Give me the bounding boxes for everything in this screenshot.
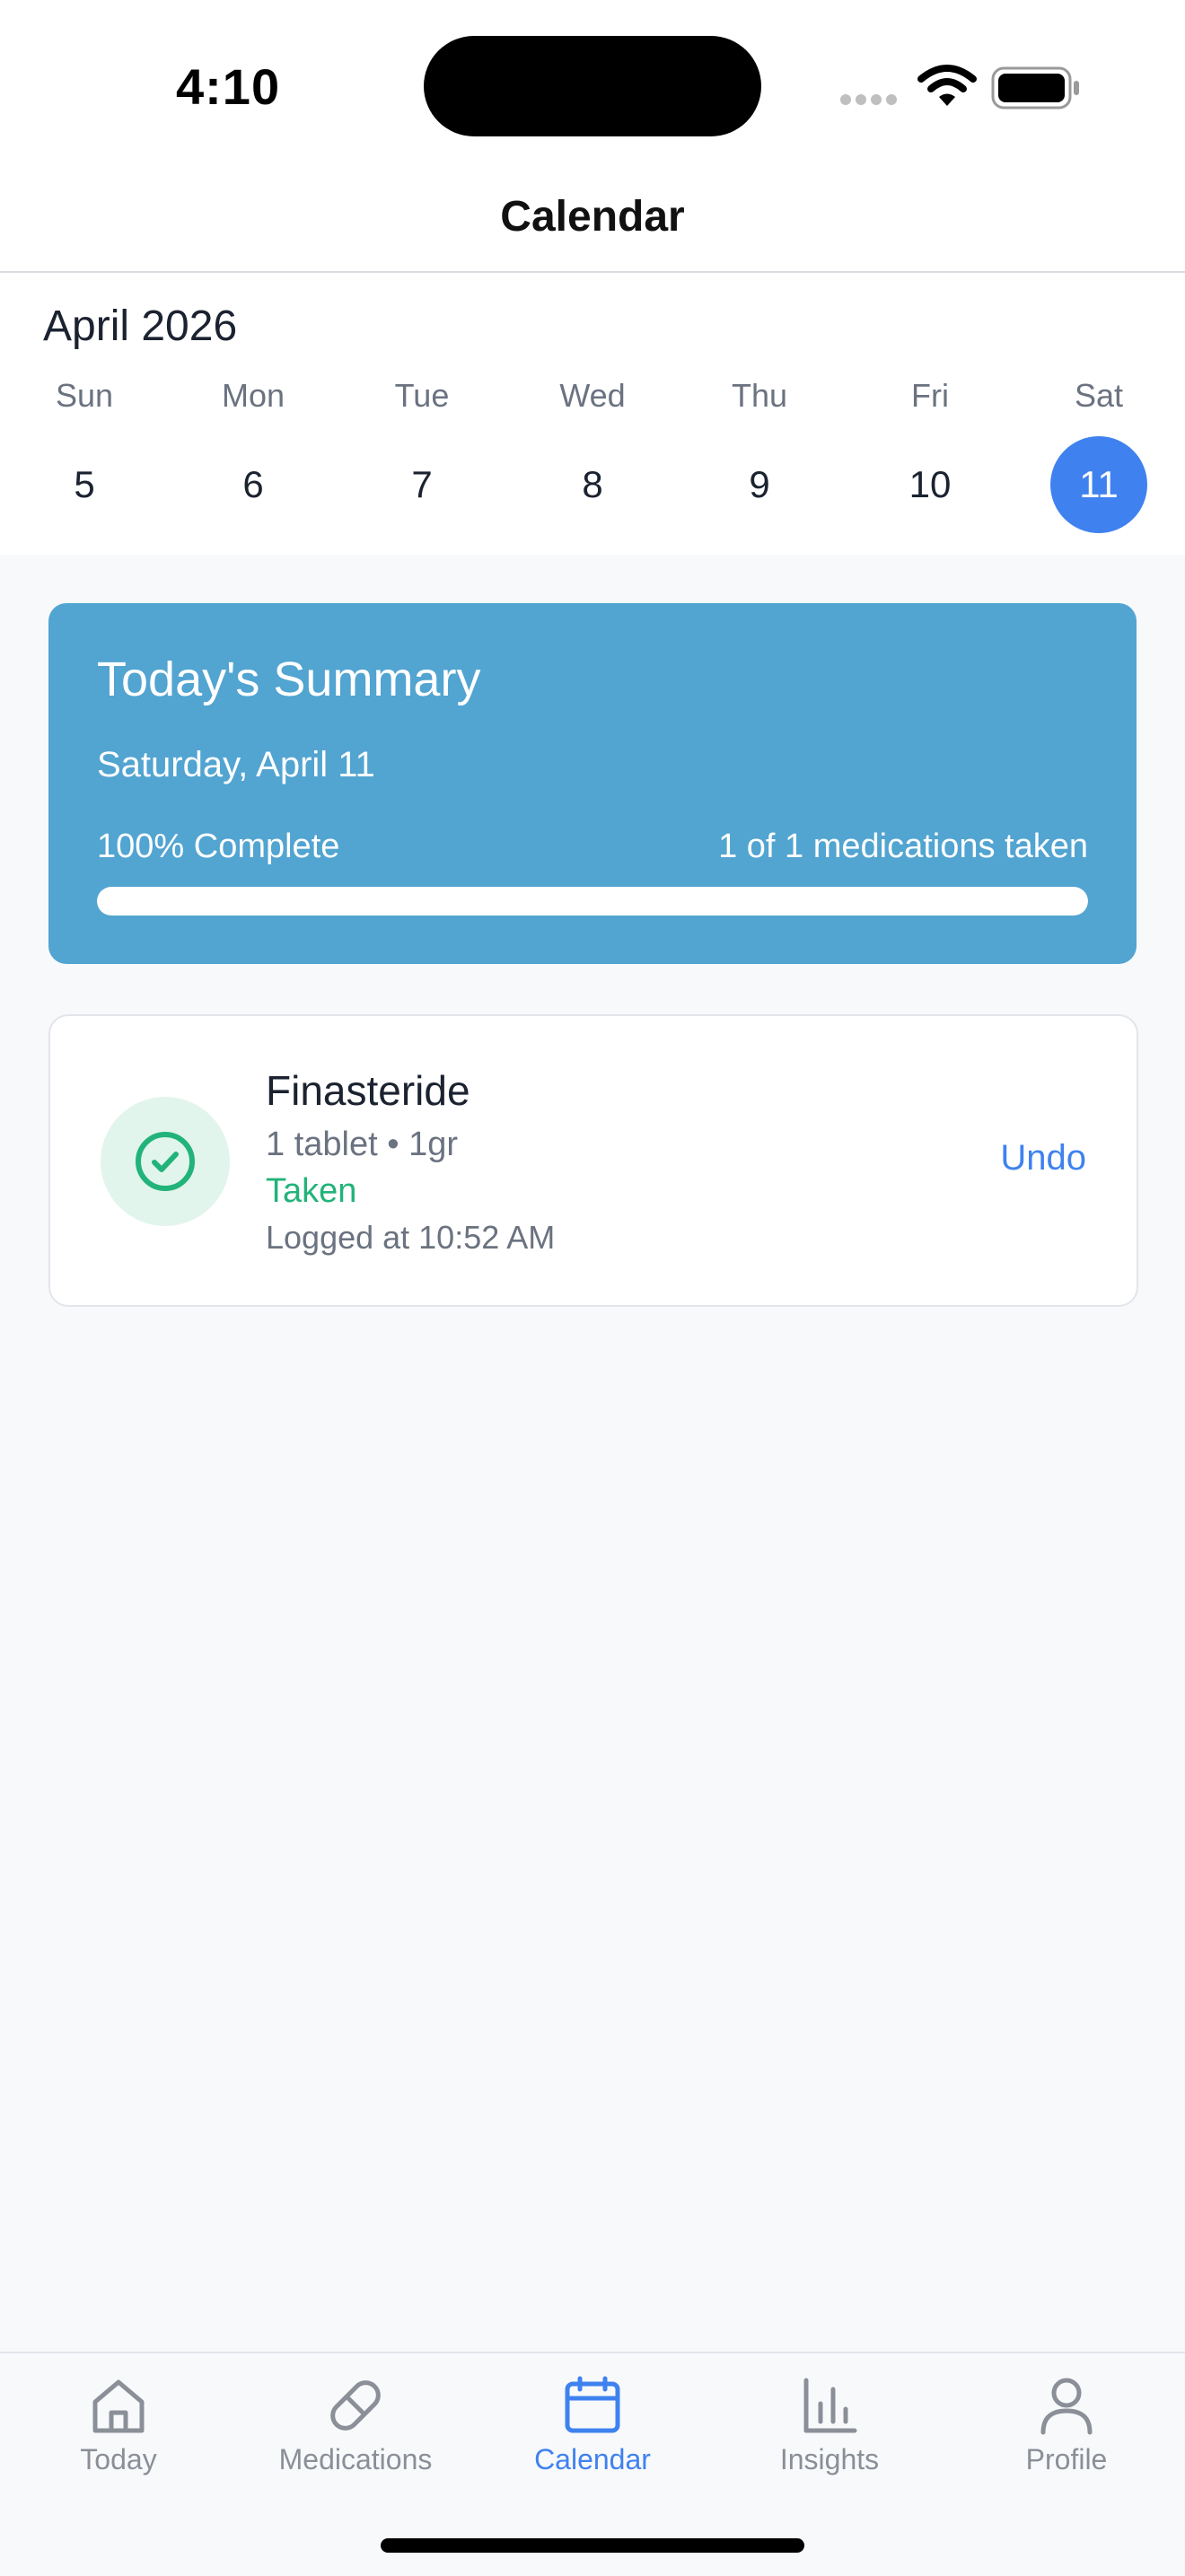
undo-button[interactable]: Undo xyxy=(1000,1138,1086,1178)
medication-card: Finasteride 1 tablet • 1gr Taken Logged … xyxy=(48,1014,1138,1307)
weekday-label: Sat xyxy=(1074,377,1124,414)
tab-insights[interactable]: Insights xyxy=(711,2375,948,2476)
calendar-day[interactable]: 6 xyxy=(205,436,302,533)
tab-label: Calendar xyxy=(534,2443,651,2475)
weekday-label: Fri xyxy=(911,377,949,414)
battery-icon xyxy=(991,66,1079,110)
weekday-label: Thu xyxy=(731,377,788,414)
calendar-day[interactable]: 10 xyxy=(882,436,979,533)
week-calendar: April 2026 Sun Mon Tue Wed Thu Fri Sat 5… xyxy=(0,273,1185,555)
calendar-day[interactable]: 5 xyxy=(36,436,133,533)
taken-status-badge xyxy=(101,1097,230,1226)
medication-logged-time: Logged at 10:52 AM xyxy=(266,1219,556,1256)
home-indicator xyxy=(381,2538,804,2553)
tab-medications[interactable]: Medications xyxy=(237,2375,474,2476)
calendar-day[interactable]: 7 xyxy=(373,436,470,533)
home-icon xyxy=(92,2379,145,2433)
month-label: April 2026 xyxy=(43,302,238,350)
summary-card: Today's Summary Saturday, April 11 100% … xyxy=(48,603,1137,964)
person-icon xyxy=(1040,2378,1093,2435)
summary-title: Today's Summary xyxy=(97,653,481,706)
dynamic-island xyxy=(424,36,761,136)
tab-label: Profile xyxy=(1025,2443,1108,2475)
tab-label: Insights xyxy=(779,2443,880,2475)
calendar-day[interactable]: 9 xyxy=(711,436,808,533)
progress-bar-fill xyxy=(97,887,1088,916)
tab-calendar[interactable]: Calendar xyxy=(474,2375,711,2476)
medication-name: Finasteride xyxy=(266,1067,470,1114)
wifi-icon xyxy=(917,65,977,106)
weekday-label: Wed xyxy=(559,377,626,414)
status-bar: 4:10 xyxy=(0,0,1185,180)
cellular-signal-icon xyxy=(840,93,903,105)
tab-profile[interactable]: Profile xyxy=(948,2375,1185,2476)
tab-label: Medications xyxy=(278,2443,433,2475)
summary-date: Saturday, April 11 xyxy=(97,745,375,784)
summary-count: 1 of 1 medications taken xyxy=(718,828,1088,865)
weekday-label: Mon xyxy=(221,377,285,414)
bar-chart-icon xyxy=(803,2378,857,2433)
calendar-day-selected[interactable]: 11 xyxy=(1050,436,1147,533)
page-title: Calendar xyxy=(500,193,685,241)
progress-bar xyxy=(97,887,1088,916)
tab-label: Today xyxy=(80,2443,157,2475)
calendar-day[interactable]: 8 xyxy=(544,436,641,533)
calendar-icon xyxy=(565,2376,620,2433)
navigation-bar: Calendar xyxy=(0,180,1185,273)
pill-icon xyxy=(330,2380,381,2431)
medication-status: Taken xyxy=(266,1172,357,1210)
check-circle-icon xyxy=(136,1132,195,1191)
medication-dose: 1 tablet • 1gr xyxy=(266,1126,458,1163)
tab-today[interactable]: Today xyxy=(0,2375,237,2476)
status-time: 4:10 xyxy=(176,58,281,115)
weekday-label: Sun xyxy=(55,377,114,414)
weekday-label: Tue xyxy=(394,377,450,414)
summary-percent: 100% Complete xyxy=(97,828,340,865)
